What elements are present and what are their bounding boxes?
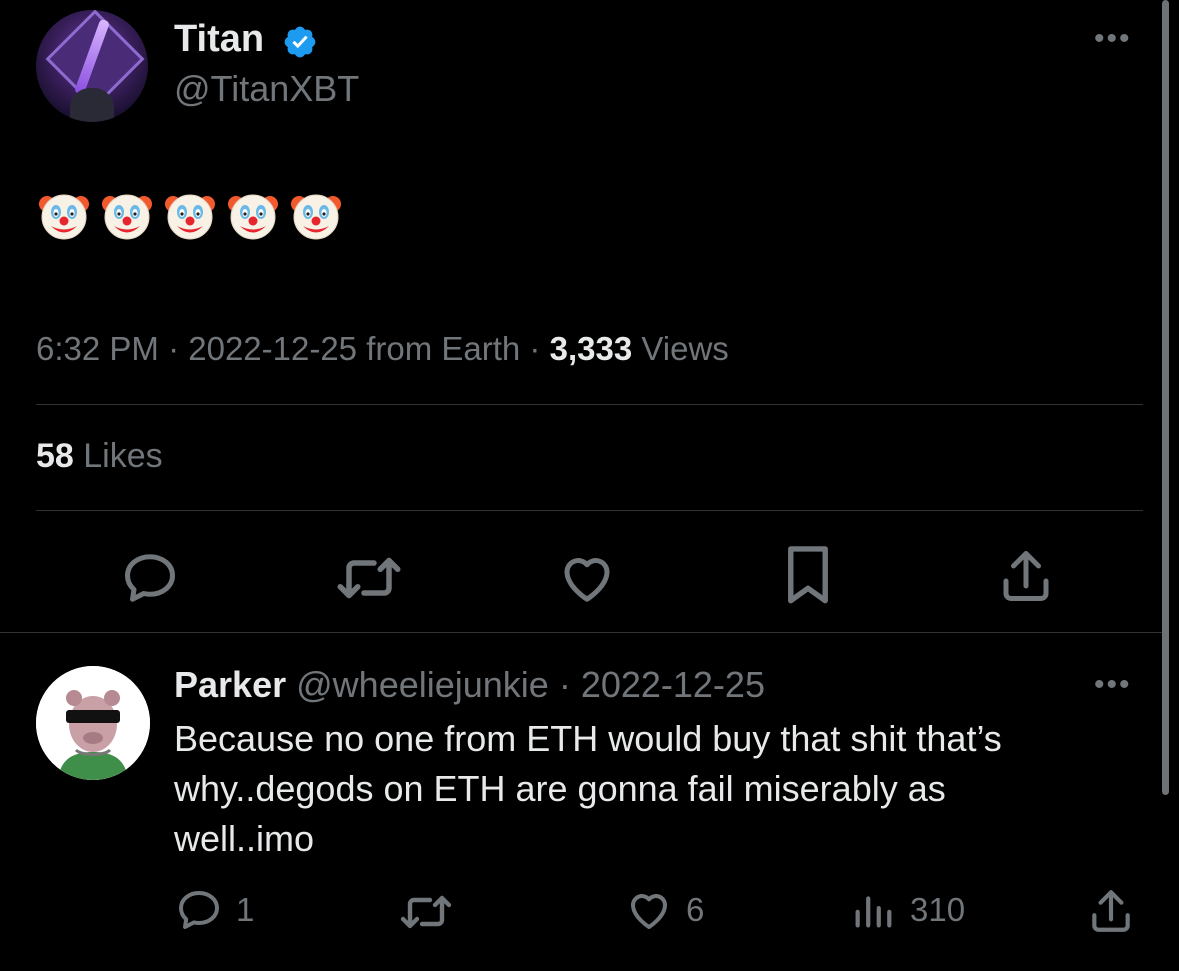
like-icon [631, 894, 667, 929]
reply-icon[interactable] [120, 548, 180, 608]
reply-more-options-button[interactable]: ••• [1094, 668, 1132, 702]
clown-face-emoji [228, 194, 278, 240]
clown-face-emoji [102, 194, 152, 240]
likes-stat[interactable]: 58 Likes [36, 437, 163, 476]
tweet-meta: 6:32 PM · 2022-12-25 from Earth · 3,333 … [36, 330, 729, 368]
likes-count: 58 [36, 437, 74, 475]
like-icon[interactable] [556, 548, 618, 608]
like-count: 6 [686, 891, 705, 928]
clown-face-emoji [165, 194, 215, 240]
author-handle[interactable]: @TitanXBT [174, 68, 359, 110]
share-icon[interactable] [1086, 886, 1136, 936]
clown-face-emoji [39, 194, 89, 240]
tweet-source: from Earth [357, 330, 521, 367]
reply-text-line: well..imo [174, 818, 315, 859]
divider [36, 404, 1143, 405]
retweet-icon[interactable] [334, 548, 404, 608]
retweet-icon[interactable] [398, 888, 454, 936]
tweet-date[interactable]: 2022-12-25 [188, 330, 357, 367]
meta-separator: · [548, 664, 581, 705]
reply-text-line: why..degods on ETH are gonna fail misera… [174, 768, 946, 809]
verified-badge-icon [284, 26, 316, 58]
reply-like-button[interactable]: 6 [624, 886, 704, 934]
share-icon[interactable] [996, 546, 1056, 606]
view-count: 310 [910, 891, 966, 928]
reply-count: 1 [236, 891, 255, 928]
reply-icon [179, 891, 219, 929]
bookmark-icon[interactable] [780, 544, 836, 608]
tweet-text: 🤡🤡🤡🤡🤡 [38, 190, 342, 242]
divider [36, 510, 1143, 511]
reply-author-name[interactable]: Parker [174, 664, 286, 705]
more-options-button[interactable]: ••• [1094, 22, 1132, 56]
analytics-icon [855, 896, 892, 928]
divider [0, 632, 1162, 633]
avatar-body-shape [70, 88, 114, 122]
author-avatar[interactable] [36, 10, 148, 122]
meta-separator: · [158, 330, 189, 367]
author-name[interactable]: Titan [174, 18, 264, 61]
reply-text-line: Because no one from ETH would buy that s… [174, 718, 1002, 759]
scrollbar[interactable] [1162, 0, 1169, 795]
reply-text: Because no one from ETH would buy that s… [174, 714, 1134, 864]
views-count: 3,333 [549, 330, 633, 367]
reply-views-button[interactable]: 310 [850, 886, 965, 934]
meta-separator: · [520, 330, 550, 367]
reply-author-handle[interactable]: @wheeliejunkie [296, 664, 549, 705]
reply-header: Parker @wheeliejunkie · 2022-12-25 [174, 664, 765, 706]
clown-face-emoji [291, 194, 341, 240]
reply-avatar-art [36, 666, 150, 780]
reply-date[interactable]: 2022-12-25 [581, 664, 765, 705]
reply-author-avatar[interactable] [36, 666, 150, 780]
likes-label: Likes [73, 437, 163, 475]
tweet-time[interactable]: 6:32 PM [36, 330, 159, 367]
views-label: Views [632, 330, 729, 367]
reply-reply-button[interactable]: 1 [174, 886, 254, 934]
